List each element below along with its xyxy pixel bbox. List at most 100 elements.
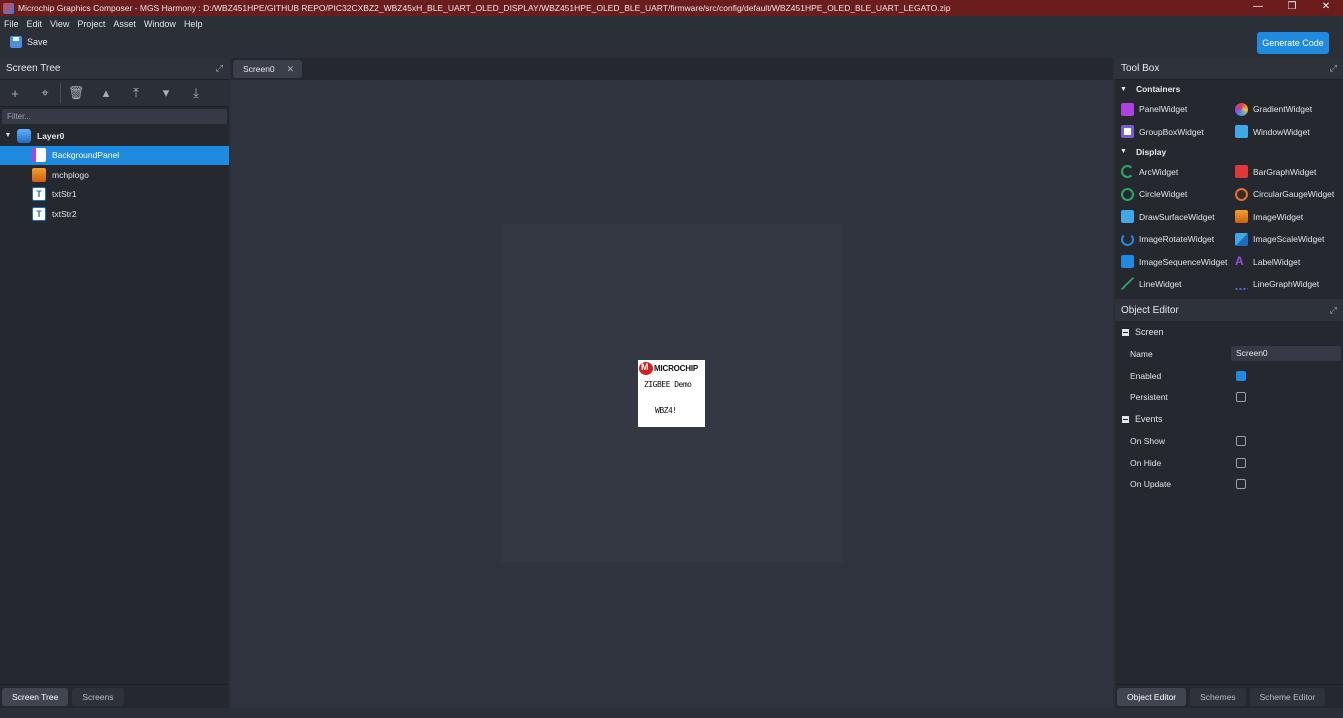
tool-box-header: Tool Box ⤢	[1115, 58, 1343, 80]
tool-label: CircleWidget	[1139, 189, 1188, 200]
prop-name: Name Screen0	[1115, 343, 1343, 365]
filter-input[interactable]: Filter...	[2, 109, 227, 124]
tab-screen0[interactable]: Screen0 ✕	[233, 60, 303, 78]
tool-label-widget[interactable]: A LabelWidget	[1229, 250, 1343, 272]
title-bar: Microchip Graphics Composer - MGS Harmon…	[0, 0, 1343, 16]
tree-item-txtstr2[interactable]: T txtStr2	[0, 204, 229, 224]
menu-window[interactable]: Window	[140, 19, 180, 29]
draw-surface-widget-icon	[1121, 210, 1134, 224]
prop-group-events[interactable]: Events	[1115, 408, 1343, 430]
prop-enabled: Enabled	[1115, 365, 1343, 387]
tree-item-txtstr1[interactable]: T txtStr1	[0, 185, 229, 205]
menu-project[interactable]: Project	[73, 19, 109, 29]
tool-image-widget[interactable]: ImageWidget	[1229, 206, 1343, 228]
tree-item-label: mchplogo	[52, 169, 89, 180]
tool-gradient-widget[interactable]: GradientWidget	[1229, 98, 1343, 120]
section-containers[interactable]: ▼ Containers	[1115, 80, 1343, 98]
prop-persistent: Persistent	[1115, 387, 1343, 409]
tab-scheme-editor[interactable]: Scheme Editor	[1249, 687, 1326, 706]
caret-down-icon: ▼	[1120, 85, 1127, 93]
screen-preview[interactable]: MICROCHIP ZIGBEE Demo WBZ4!	[638, 360, 705, 427]
crosshair-icon[interactable]: ⌖	[30, 85, 60, 101]
name-field[interactable]: Screen0	[1231, 346, 1341, 362]
prop-on-hide: On Hide	[1115, 452, 1343, 474]
screen-tree-title: Screen Tree	[6, 63, 61, 74]
close-button[interactable]: ✕	[1309, 0, 1343, 16]
tool-label: WindowWidget	[1253, 126, 1310, 137]
close-tab-icon[interactable]: ✕	[287, 64, 295, 75]
expand-icon[interactable]: ⤢	[1330, 305, 1337, 316]
prop-label: Enabled	[1130, 370, 1162, 381]
gradient-widget-icon	[1235, 102, 1248, 116]
tool-bargraph-widget[interactable]: BarGraphWidget	[1229, 161, 1343, 183]
expand-icon[interactable]: ⤢	[1330, 63, 1337, 74]
microchip-logo: MICROCHIP	[639, 362, 698, 375]
tab-screens[interactable]: Screens	[72, 687, 124, 706]
restore-button[interactable]: ❐	[1275, 0, 1309, 16]
tool-circle-widget[interactable]: CircleWidget	[1115, 183, 1229, 205]
group-label: Events	[1135, 414, 1163, 425]
prop-label: Name	[1130, 348, 1153, 359]
tool-imagerotate-widget[interactable]: ImageRotateWidget	[1115, 228, 1229, 250]
text-icon: T	[32, 187, 46, 202]
object-editor-header: Object Editor ⤢	[1115, 299, 1343, 322]
move-bottom-icon[interactable]: ⤓	[181, 85, 211, 101]
tool-imagesequence-widget[interactable]: ImageSequenceWidget	[1115, 250, 1229, 272]
tool-panel-widget[interactable]: PanelWidget	[1115, 98, 1229, 120]
persistent-checkbox[interactable]	[1236, 392, 1246, 403]
prop-on-update: On Update	[1115, 474, 1343, 496]
on-show-checkbox[interactable]	[1236, 436, 1246, 447]
display-grid: ArcWidget BarGraphWidget CircleWidget Ci…	[1115, 161, 1343, 295]
screen-tree-footer: Screen Tree Screens	[0, 684, 229, 708]
menu-edit[interactable]: Edit	[23, 19, 47, 29]
tool-drawsurface-widget[interactable]: DrawSurfaceWidget	[1115, 206, 1229, 228]
tab-object-editor[interactable]: Object Editor	[1117, 687, 1187, 706]
image-sequence-widget-icon	[1121, 255, 1134, 269]
menu-bar: File Edit View Project Asset Window Help	[0, 16, 1343, 31]
tool-linegraph-widget[interactable]: LineGraphWidget	[1229, 273, 1343, 295]
tool-groupbox-widget[interactable]: GroupBoxWidget	[1115, 120, 1229, 142]
label-widget-icon: A	[1235, 254, 1244, 269]
move-up-icon[interactable]: ▴	[91, 85, 121, 101]
menu-view[interactable]: View	[46, 19, 73, 29]
minimize-button[interactable]: —	[1241, 0, 1275, 16]
prop-group-screen[interactable]: Screen	[1115, 321, 1343, 343]
tool-line-widget[interactable]: LineWidget	[1115, 273, 1229, 295]
brand-text: MICROCHIP	[654, 364, 698, 373]
window-title: Microchip Graphics Composer - MGS Harmon…	[18, 3, 951, 13]
move-top-icon[interactable]: ⤒	[121, 85, 151, 101]
bar-graph-widget-icon	[1235, 165, 1248, 179]
add-icon[interactable]: +	[0, 86, 30, 101]
screen-tree-panel: Screen Tree ⤢ + ⌖ 🗑 ▴ ⤒ ▾ ⤓ Filter... ▼ …	[0, 58, 229, 708]
caret-down-icon[interactable]: ▼	[3, 132, 13, 139]
generate-code-button[interactable]: Generate Code	[1257, 32, 1329, 54]
main-toolbar: Save Generate Code	[0, 31, 1343, 58]
tool-label: DrawSurfaceWidget	[1139, 211, 1215, 222]
tree-item-layer0[interactable]: ▼ Layer0	[0, 126, 229, 146]
enabled-checkbox[interactable]	[1236, 370, 1246, 381]
collapse-icon	[1122, 328, 1129, 336]
tool-window-widget[interactable]: WindowWidget	[1229, 120, 1343, 142]
move-down-icon[interactable]: ▾	[151, 85, 181, 101]
section-display[interactable]: ▼ Display	[1115, 143, 1343, 161]
on-hide-checkbox[interactable]	[1236, 457, 1246, 468]
save-button[interactable]: Save	[10, 36, 48, 48]
containers-grid: PanelWidget GradientWidget GroupBoxWidge…	[1115, 98, 1343, 143]
menu-file[interactable]: File	[0, 19, 23, 29]
tree-item-label: Layer0	[37, 130, 65, 141]
tool-circulargauge-widget[interactable]: CircularGaugeWidget	[1229, 183, 1343, 205]
right-panel: Tool Box ⤢ ▼ Containers PanelWidget Grad…	[1115, 58, 1343, 708]
on-update-checkbox[interactable]	[1236, 479, 1246, 490]
tree-item-mchplogo[interactable]: mchplogo	[0, 165, 229, 185]
menu-help[interactable]: Help	[180, 19, 207, 29]
image-scale-widget-icon	[1235, 232, 1248, 246]
tab-schemes[interactable]: Schemes	[1190, 687, 1246, 706]
tool-arc-widget[interactable]: ArcWidget	[1115, 161, 1229, 183]
panel-widget-icon	[1121, 102, 1134, 116]
expand-icon[interactable]: ⤢	[216, 63, 223, 74]
tree-item-backgroundpanel[interactable]: BackgroundPanel	[0, 145, 229, 165]
tab-screen-tree[interactable]: Screen Tree	[2, 687, 69, 706]
tool-imagescale-widget[interactable]: ImageScaleWidget	[1229, 228, 1343, 250]
menu-asset[interactable]: Asset	[109, 19, 140, 29]
trash-icon[interactable]: 🗑	[61, 85, 91, 101]
